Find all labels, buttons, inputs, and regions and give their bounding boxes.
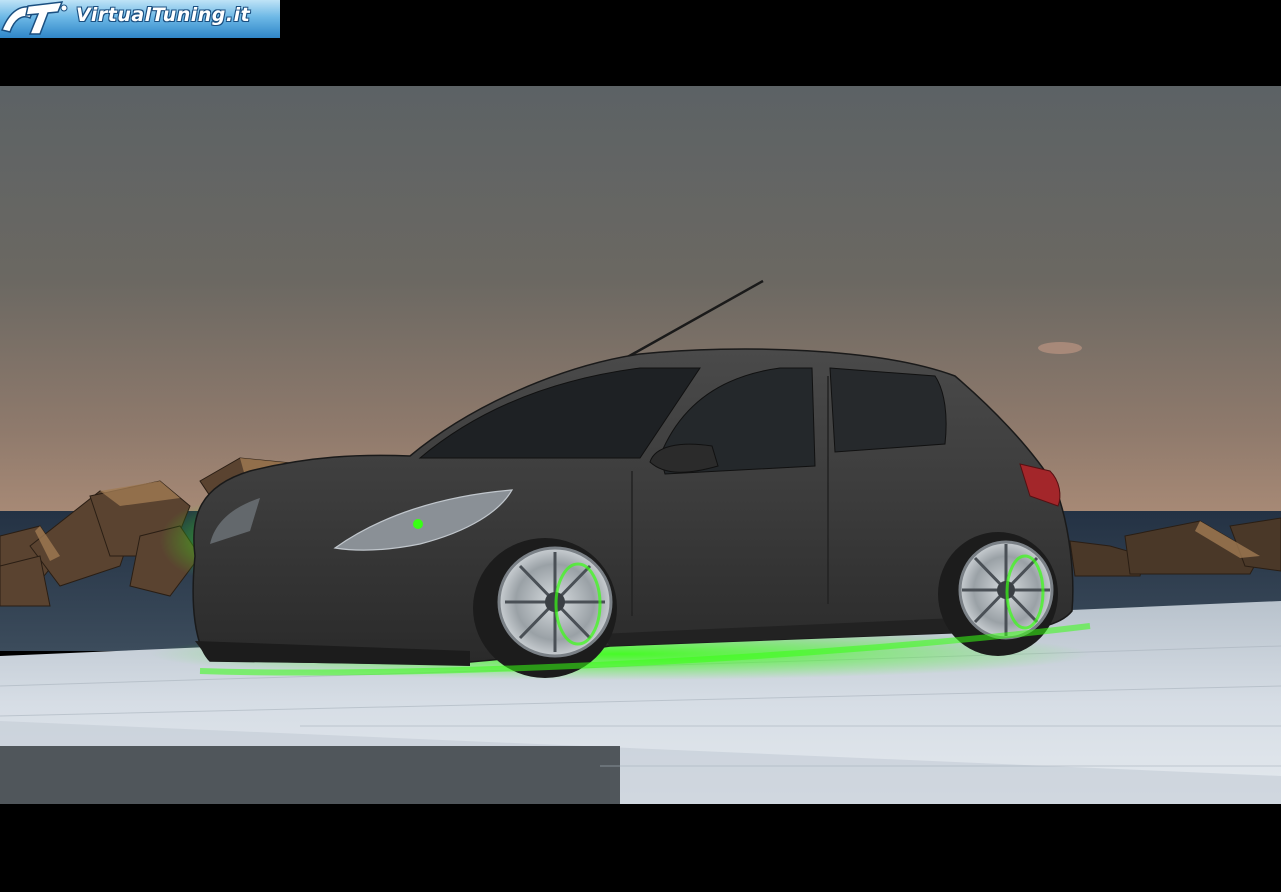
headlight-led — [413, 519, 423, 529]
curb-shadow — [0, 746, 620, 804]
vt-logo-icon — [0, 1, 68, 35]
logo-banner[interactable]: VirtualTuning.it — [0, 0, 280, 38]
page: VirtualTuning.it — [0, 0, 1281, 892]
front-wheel — [473, 538, 617, 678]
scene-illustration — [0, 86, 1281, 804]
cloud — [1038, 342, 1082, 354]
car-photo — [0, 86, 1281, 804]
logo-text: VirtualTuning.it — [76, 4, 251, 26]
